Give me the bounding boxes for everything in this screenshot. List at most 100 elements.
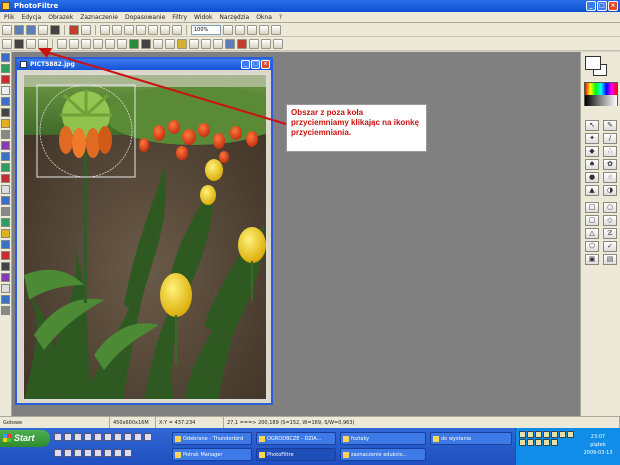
menu-help[interactable]: ? xyxy=(279,14,282,22)
polygon-lasso-icon[interactable]: ✓ xyxy=(603,241,617,252)
resize-icon[interactable] xyxy=(136,24,146,35)
color-palette[interactable] xyxy=(584,82,618,106)
flip-vertical-icon[interactable] xyxy=(201,38,211,49)
brush-tool-icon[interactable]: ♠ xyxy=(585,159,599,170)
desktop-icon[interactable] xyxy=(54,433,62,441)
filter-icon[interactable] xyxy=(1,207,10,216)
tray-icon-volume[interactable] xyxy=(527,431,534,438)
app-icon-13[interactable] xyxy=(74,449,82,457)
app-icon-12[interactable] xyxy=(64,449,72,457)
doc-minimize-button[interactable]: _ xyxy=(241,60,250,69)
tray-icon-12[interactable] xyxy=(551,439,558,446)
rectangle-select-icon[interactable]: □ xyxy=(585,202,599,213)
camera-icon[interactable] xyxy=(1,108,10,117)
selection-mode-icon[interactable]: ▤ xyxy=(603,254,617,265)
taskbar-clock[interactable]: 23:07 piątek 2009-03-13 xyxy=(580,433,616,457)
task-zaznaczenie[interactable]: zaznaczenie edukcio... xyxy=(340,448,426,461)
saturation-icon[interactable] xyxy=(57,38,67,49)
new-file-icon[interactable] xyxy=(2,24,12,35)
explorer-icon[interactable] xyxy=(74,433,82,441)
text-icon[interactable] xyxy=(1,284,10,293)
tray-icon-5[interactable] xyxy=(551,431,558,438)
app-title-bar[interactable]: PhotoFiltre _ □ × xyxy=(0,0,620,12)
contrast-icon[interactable] xyxy=(38,38,48,49)
app-icon-9[interactable] xyxy=(134,433,142,441)
app-icon-15[interactable] xyxy=(94,449,102,457)
frame-icon[interactable] xyxy=(172,24,182,35)
document-title-bar[interactable]: PICT5882.jpg _ □ × xyxy=(17,59,271,70)
advanced-brush-icon[interactable]: ✿ xyxy=(603,159,617,170)
tray-icon-10[interactable] xyxy=(535,439,542,446)
media-icon[interactable] xyxy=(84,433,92,441)
pointer-icon[interactable]: ↖ xyxy=(585,120,599,131)
brush-icon[interactable] xyxy=(1,185,10,194)
plugin-icon[interactable] xyxy=(1,306,10,315)
print-icon[interactable] xyxy=(38,24,48,35)
browser-icon[interactable] xyxy=(104,433,112,441)
diamond-icon[interactable]: ◇ xyxy=(603,215,617,226)
actual-size-icon[interactable] xyxy=(259,24,269,35)
blur-drop-icon[interactable]: ● xyxy=(585,172,599,183)
paste-icon[interactable] xyxy=(112,24,122,35)
menu-selection[interactable]: Zaznaczenie xyxy=(80,14,118,22)
menu-image[interactable]: Obrazek xyxy=(48,14,73,22)
stamp-icon[interactable]: ▲ xyxy=(585,185,599,196)
color-balance-icon[interactable] xyxy=(177,38,187,49)
auto-level-icon[interactable] xyxy=(2,38,12,49)
eraser-icon[interactable]: ◑ xyxy=(603,185,617,196)
drop-icon[interactable] xyxy=(1,240,10,249)
tray-icon-9[interactable] xyxy=(527,439,534,446)
task-ogrod[interactable]: OGRODBCZE - DZIA... xyxy=(256,432,336,445)
document-icon[interactable] xyxy=(1,64,10,73)
sepia-icon[interactable] xyxy=(141,38,151,49)
sun-icon[interactable] xyxy=(1,229,10,238)
ie-icon[interactable] xyxy=(64,433,72,441)
triangle-icon[interactable]: △ xyxy=(585,228,599,239)
undo-icon[interactable] xyxy=(69,24,79,35)
close-button[interactable]: × xyxy=(608,1,618,11)
image-icon[interactable] xyxy=(1,75,10,84)
eyedropper-icon[interactable]: ✎ xyxy=(603,120,617,131)
gamma-icon[interactable] xyxy=(69,38,79,49)
tray-icon-7[interactable] xyxy=(567,431,574,438)
document-window[interactable]: PICT5882.jpg _ □ × xyxy=(15,57,273,405)
ellipse-select-icon[interactable]: ○ xyxy=(603,202,617,213)
menu-view[interactable]: Widok xyxy=(194,14,212,22)
grayscale-icon[interactable] xyxy=(129,38,139,49)
gradient-icon[interactable] xyxy=(273,38,283,49)
brightness-down-icon[interactable] xyxy=(81,38,91,49)
save-icon[interactable] xyxy=(26,24,36,35)
task-thunderbird[interactable]: Odebrane - Thunderbird xyxy=(172,432,252,445)
fire-icon[interactable] xyxy=(1,251,10,260)
menu-windows[interactable]: Okna xyxy=(256,14,272,22)
tray-icon-antivirus[interactable] xyxy=(535,431,542,438)
menu-tools[interactable]: Narzędzia xyxy=(219,14,249,22)
layer-icon[interactable] xyxy=(1,53,10,62)
app-icon-18[interactable] xyxy=(124,449,132,457)
red-eye-icon[interactable] xyxy=(237,38,247,49)
open-file-icon[interactable] xyxy=(14,24,24,35)
zoom-out-icon[interactable] xyxy=(235,24,245,35)
sharpen-icon[interactable] xyxy=(165,38,175,49)
polygon-icon[interactable]: ⬠ xyxy=(585,241,599,252)
canvas-size-icon[interactable] xyxy=(148,24,158,35)
foreground-color-swatch[interactable] xyxy=(585,56,601,70)
palette-icon[interactable] xyxy=(1,141,10,150)
rotate-icon[interactable] xyxy=(213,38,223,49)
app-icon-17[interactable] xyxy=(114,449,122,457)
tray-icon-11[interactable] xyxy=(543,439,550,446)
frame-effect-icon[interactable] xyxy=(225,38,235,49)
texture-icon[interactable] xyxy=(249,38,259,49)
line-icon[interactable]: / xyxy=(603,133,617,144)
star-icon[interactable] xyxy=(1,119,10,128)
app-icon-8[interactable] xyxy=(124,433,132,441)
app-icon-7[interactable] xyxy=(114,433,122,441)
app-icon-16[interactable] xyxy=(104,449,112,457)
menu-adjust[interactable]: Dopasowanie xyxy=(125,14,165,22)
monitor-icon[interactable] xyxy=(1,97,10,106)
globe-icon[interactable] xyxy=(1,295,10,304)
photo-canvas[interactable] xyxy=(23,74,267,400)
invert-selection-icon[interactable]: ▣ xyxy=(585,254,599,265)
copy-icon[interactable] xyxy=(100,24,110,35)
zoom-select[interactable]: 100% xyxy=(191,24,221,35)
